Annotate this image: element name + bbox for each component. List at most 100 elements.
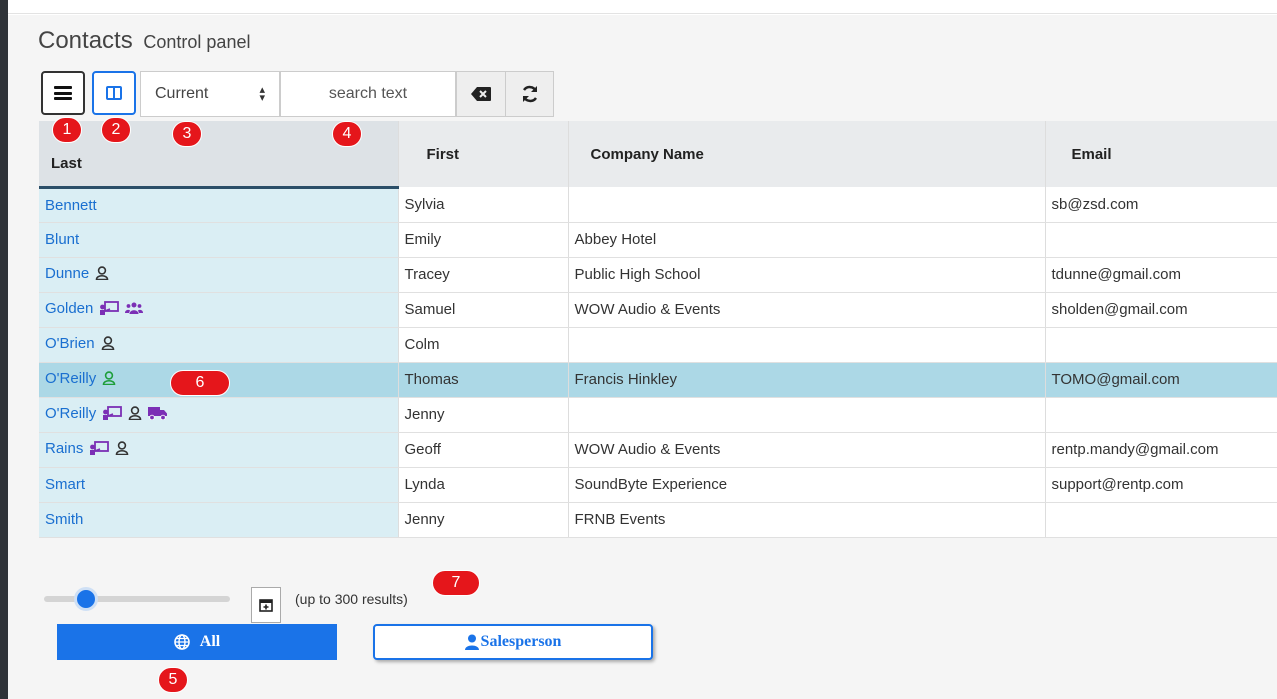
cell-email: support@rentp.com [1045, 467, 1277, 503]
cell-first: Jenny [398, 502, 569, 538]
cell-company: SoundByte Experience [568, 467, 1046, 503]
contact-last-name-link[interactable]: O'Reilly [45, 405, 96, 422]
cell-company: FRNB Events [568, 502, 1046, 538]
row-icons [89, 440, 129, 459]
contact-last-name-link[interactable]: Rains [45, 440, 83, 457]
cell-last[interactable]: Smart [39, 467, 399, 503]
results-slider-track[interactable] [44, 596, 230, 602]
cell-last[interactable]: Dunne [39, 257, 399, 293]
person-outline-green-icon [102, 370, 116, 389]
backspace-icon [471, 87, 491, 101]
page-title: Contacts Control panel [38, 27, 250, 55]
cell-last[interactable]: O'Reilly [39, 397, 399, 433]
cell-company [568, 397, 1046, 433]
control-panel: Contacts Control panel Current ▴ ▾ searc… [8, 15, 1277, 699]
results-slider-thumb[interactable] [74, 587, 98, 611]
cell-first: Lynda [398, 467, 569, 503]
calendar-add-button[interactable] [251, 587, 281, 623]
cell-email: TOMO@gmail.com [1045, 362, 1277, 398]
cell-email: sholden@gmail.com [1045, 292, 1277, 328]
cell-email [1045, 397, 1277, 433]
table-row[interactable]: Rains Geoff WOW Audio & Events rentp.mandy@… [39, 432, 1277, 468]
contact-last-name-link[interactable]: Dunne [45, 265, 89, 282]
table-row[interactable]: Bennett Sylvia sb@zsd.com [39, 187, 1277, 223]
cell-first: Tracey [398, 257, 569, 293]
cell-email: tdunne@gmail.com [1045, 257, 1277, 293]
left-edge-bar [0, 0, 8, 699]
cell-company: WOW Audio & Events [568, 292, 1046, 328]
refresh-button[interactable] [506, 71, 554, 117]
hamburger-icon [54, 86, 72, 100]
cell-last[interactable]: Smith [39, 502, 399, 538]
cell-last[interactable]: O'Brien [39, 327, 399, 363]
contact-last-name-link[interactable]: O'Brien [45, 335, 95, 352]
menu-button[interactable] [41, 71, 85, 115]
results-limit-text: (up to 300 results) [295, 591, 408, 607]
table-row[interactable]: Smith Jenny FRNB Events [39, 502, 1277, 538]
top-strip [8, 0, 1277, 14]
contact-last-name-link[interactable]: Golden [45, 300, 93, 317]
column-header-first[interactable]: First [398, 121, 569, 187]
row-icons [95, 265, 109, 284]
cell-last[interactable]: Rains [39, 432, 399, 468]
cell-first: Jenny [398, 397, 569, 433]
filter-all-button[interactable]: All [57, 624, 337, 660]
cell-company: WOW Audio & Events [568, 432, 1046, 468]
contact-last-name-link[interactable]: Smith [45, 511, 83, 528]
filter-salesperson-label: Salesperson [480, 633, 562, 650]
globe-icon [173, 634, 190, 650]
contacts-table: Last First Company Name Email Bennett Syl… [39, 121, 1277, 538]
contact-last-name-link[interactable]: O'Reilly [45, 370, 96, 387]
columns-toggle-button[interactable] [92, 71, 136, 115]
column-header-email[interactable]: Email [1045, 121, 1277, 187]
callout-6: 6 [170, 370, 230, 396]
person-outline-icon [115, 440, 129, 459]
search-input[interactable] [298, 84, 438, 104]
table-row[interactable]: O'Reilly Jenny [39, 397, 1277, 433]
contact-last-name-link[interactable]: Bennett [45, 197, 97, 214]
cell-last[interactable]: Golden [39, 292, 399, 328]
presenter-icon [89, 440, 110, 459]
cell-first: Colm [398, 327, 569, 363]
callout-4: 4 [332, 121, 362, 147]
table-row[interactable]: Dunne Tracey Public High School tdunne@gmai… [39, 257, 1277, 293]
person-outline-icon [128, 405, 142, 424]
page-title-text: Contacts [38, 27, 133, 54]
group-icon [125, 301, 144, 319]
row-icons [99, 300, 144, 319]
column-header-company[interactable]: Company Name [568, 121, 1046, 187]
filter-all-label: All [199, 633, 221, 650]
person-icon [464, 634, 479, 650]
table-row[interactable]: O'Brien Colm [39, 327, 1277, 363]
cell-email [1045, 327, 1277, 363]
search-box [280, 71, 456, 117]
filter-salesperson-button[interactable]: Salesperson [373, 624, 653, 660]
cell-last[interactable]: Bennett [39, 187, 399, 223]
table-row[interactable]: Golden Samuel WOW Audio & Events sholden@gm… [39, 292, 1277, 328]
cell-company: Public High School [568, 257, 1046, 293]
cell-first: Thomas [398, 362, 569, 398]
contact-last-name-link[interactable]: Blunt [45, 231, 79, 248]
filter-select[interactable]: Current ▴ ▾ [140, 71, 280, 117]
table-header-row: Last First Company Name Email [39, 121, 1277, 189]
cell-email: sb@zsd.com [1045, 187, 1277, 223]
filter-select-value: Current [155, 85, 209, 102]
cell-company: Francis Hinkley [568, 362, 1046, 398]
cell-first: Samuel [398, 292, 569, 328]
cell-email: rentp.mandy@gmail.com [1045, 432, 1277, 468]
truck-icon [148, 406, 168, 424]
cell-first: Geoff [398, 432, 569, 468]
cell-company: Abbey Hotel [568, 222, 1046, 258]
row-icons [102, 370, 116, 389]
cell-email [1045, 222, 1277, 258]
cell-company [568, 187, 1046, 223]
clear-search-button[interactable] [456, 71, 506, 117]
table-row[interactable]: Smart Lynda SoundByte Experience support@re… [39, 467, 1277, 503]
toolbar: Current ▴ ▾ [41, 71, 554, 117]
callout-2: 2 [101, 117, 131, 143]
cell-last[interactable]: Blunt [39, 222, 399, 258]
table-row[interactable]: Blunt Emily Abbey Hotel [39, 222, 1277, 258]
contact-last-name-link[interactable]: Smart [45, 476, 85, 493]
row-icons [102, 405, 168, 424]
cell-company [568, 327, 1046, 363]
